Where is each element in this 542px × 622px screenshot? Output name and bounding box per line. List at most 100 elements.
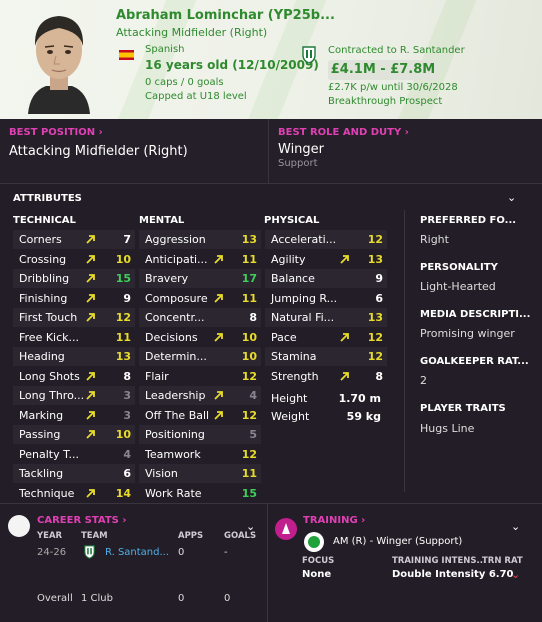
attribute-row[interactable]: Teamwork 12 xyxy=(139,445,261,464)
best-role-panel[interactable]: BEST ROLE AND DUTY › Winger Support xyxy=(269,119,542,183)
attribute-value: 10 xyxy=(241,330,257,344)
focus-value[interactable]: None xyxy=(302,569,331,580)
training-rating: 6.70 xyxy=(488,569,514,580)
attribute-value: 13 xyxy=(115,350,131,363)
attribute-name: Finishing xyxy=(19,291,68,305)
attribute-row[interactable]: Leadership 4 xyxy=(139,386,261,405)
attribute-row[interactable]: Work Rate 15 xyxy=(139,484,261,503)
training-role[interactable]: AM (R) - Winger (Support) xyxy=(333,536,462,547)
attribute-row[interactable]: Concentr... 8 xyxy=(139,308,261,327)
attribute-value: 12 xyxy=(367,330,383,344)
club-badge-icon[interactable] xyxy=(302,46,316,64)
attribute-row[interactable]: Off The Ball 12 xyxy=(139,406,261,425)
attribute-row[interactable]: Dribbling 15 xyxy=(13,269,135,288)
attribute-row[interactable]: Penalty T... 4 xyxy=(13,445,135,464)
physical-title: PHYSICAL xyxy=(264,215,320,226)
attribute-row[interactable]: Passing 10 xyxy=(13,425,135,444)
attribute-row[interactable]: Aggression 13 xyxy=(139,230,261,249)
player-trait-item[interactable]: Hugs Line xyxy=(420,422,474,435)
attribute-row[interactable]: Vision 11 xyxy=(139,464,261,483)
attribute-row[interactable]: Heading 13 xyxy=(13,347,135,366)
training-title[interactable]: TRAINING › xyxy=(303,515,365,526)
attribute-row[interactable]: Free Kick... 11 xyxy=(13,328,135,347)
training-icon xyxy=(275,518,297,540)
attribute-row[interactable]: First Touch 12 xyxy=(13,308,135,327)
attribute-value: 10 xyxy=(241,350,257,363)
training-role-icon xyxy=(304,532,324,552)
career-stats-icon xyxy=(8,515,30,537)
attribute-row[interactable]: Flair 12 xyxy=(139,367,261,386)
attribute-row[interactable]: Technique 14 xyxy=(13,484,135,503)
career-team-link[interactable]: R. Santand... xyxy=(105,547,169,558)
attribute-value: 4 xyxy=(123,447,131,461)
attribute-value: 12 xyxy=(241,408,257,422)
media-description-value: Promising winger xyxy=(420,327,515,340)
attribute-row[interactable]: Anticipati... 11 xyxy=(139,250,261,269)
attribute-name: Positioning xyxy=(145,428,205,441)
attribute-row[interactable]: Composure 11 xyxy=(139,289,261,308)
attribute-name: Strength xyxy=(271,369,319,383)
career-total-clubs: 1 Club xyxy=(81,593,113,604)
player-header: Abraham Lominchar (YP25b... Attacking Mi… xyxy=(0,0,542,119)
chevron-down-icon[interactable]: ⌄ xyxy=(511,520,520,533)
progress-arrow-icon xyxy=(86,235,95,244)
attribute-value: 9 xyxy=(123,291,131,305)
nationality[interactable]: Spanish xyxy=(145,44,185,55)
chevron-down-icon[interactable]: ⌄ xyxy=(507,191,516,204)
col-apps: APPS xyxy=(178,531,204,541)
attribute-row[interactable]: Positioning 5 xyxy=(139,425,261,444)
attribute-row[interactable]: Determin... 10 xyxy=(139,347,261,366)
attribute-row[interactable]: Tackling 6 xyxy=(13,464,135,483)
mental-title: MENTAL xyxy=(139,215,185,226)
progress-arrow-icon xyxy=(214,293,223,303)
attribute-name: Corners xyxy=(19,233,62,246)
attribute-value: 10 xyxy=(115,428,131,441)
training-intensity-label: TRAINING INTENS... xyxy=(392,556,487,566)
attribute-value: 12 xyxy=(367,233,383,246)
training-intensity-value[interactable]: Double Intensity 6.70 xyxy=(392,569,514,580)
career-total-goals: 0 xyxy=(224,593,231,604)
attribute-value: 13 xyxy=(367,252,383,266)
attribute-row[interactable]: Corners 7 xyxy=(13,230,135,249)
attribute-row[interactable]: Accelerati... 12 xyxy=(265,230,387,249)
attribute-row[interactable]: Long Shots 8 xyxy=(13,367,135,386)
attribute-row[interactable]: Strength 8 xyxy=(265,367,387,386)
attribute-row[interactable]: Decisions 10 xyxy=(139,328,261,347)
attribute-name: First Touch xyxy=(19,311,78,324)
attribute-row[interactable]: Agility 13 xyxy=(265,250,387,269)
attribute-row[interactable]: Balance 9 xyxy=(265,269,387,288)
personality-value[interactable]: Light-Hearted xyxy=(420,280,496,293)
attribute-row[interactable]: Crossing 10 xyxy=(13,250,135,269)
best-position-panel[interactable]: BEST POSITION › Attacking Midfielder (Ri… xyxy=(0,119,269,183)
career-stats-title[interactable]: CAREER STATS › xyxy=(37,515,126,526)
contract-info[interactable]: Contracted to R. Santander xyxy=(328,45,465,56)
attribute-row[interactable]: Marking 3 xyxy=(13,406,135,425)
attribute-row[interactable]: Bravery 17 xyxy=(139,269,261,288)
attribute-row[interactable]: Stamina 12 xyxy=(265,347,387,366)
attribute-row[interactable]: Long Thro... 3 xyxy=(13,386,135,405)
attribute-value: 3 xyxy=(123,389,131,402)
attribute-row[interactable]: Pace 12 xyxy=(265,328,387,347)
attribute-value: 12 xyxy=(367,350,383,363)
attribute-row[interactable]: Natural Fi... 13 xyxy=(265,308,387,327)
progress-arrow-icon xyxy=(86,430,95,439)
career-year: 24-26 xyxy=(37,547,67,558)
best-role-duty: Support xyxy=(278,158,318,169)
attribute-row[interactable]: Jumping R... 6 xyxy=(265,289,387,308)
attribute-name: Passing xyxy=(19,428,61,441)
player-avatar[interactable] xyxy=(20,6,98,114)
progress-arrow-icon xyxy=(214,332,223,342)
player-name[interactable]: Abraham Lominchar (YP25b... xyxy=(116,8,335,23)
transfer-value[interactable]: £4.1M - £7.8M xyxy=(328,60,438,80)
progress-arrow-icon xyxy=(86,371,95,381)
best-role-label[interactable]: BEST ROLE AND DUTY › xyxy=(278,127,533,138)
attribute-row[interactable]: Finishing 9 xyxy=(13,289,135,308)
attribute-name: Dribbling xyxy=(19,272,70,285)
attribute-value: 5 xyxy=(249,428,257,441)
player-traits-title: PLAYER TRAITS xyxy=(420,403,506,414)
attribute-value: 8 xyxy=(375,369,383,383)
best-position-label[interactable]: BEST POSITION › xyxy=(9,127,259,138)
caps-goals: 0 caps / 0 goals xyxy=(145,77,224,88)
personality-title: PERSONALITY xyxy=(420,262,498,273)
attribute-name: Free Kick... xyxy=(19,330,80,344)
